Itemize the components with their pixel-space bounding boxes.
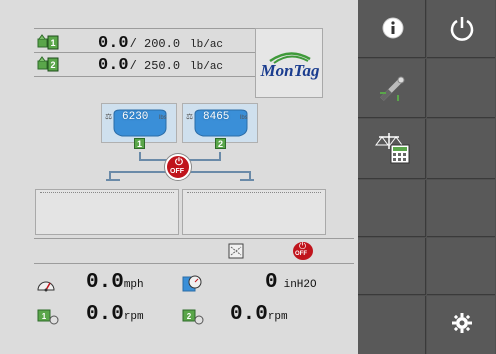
- softkey-blank-5[interactable]: [358, 238, 426, 295]
- readout-divider: [34, 263, 354, 264]
- bin-2-unit: lbs: [240, 115, 248, 121]
- product-2-tag: 2: [50, 60, 55, 70]
- speed-readout: 0.0 mph: [86, 271, 144, 294]
- section-left[interactable]: [35, 189, 179, 235]
- softkey-blank-3[interactable]: [358, 180, 426, 237]
- fan-pressure-readout: 0 inH2O: [265, 271, 317, 294]
- master-switch-label: OFF: [170, 168, 184, 175]
- info-button[interactable]: [358, 0, 426, 58]
- product-1-tag: 1: [50, 38, 55, 48]
- status-off-label: OFF: [295, 251, 307, 257]
- softkey-blank-4[interactable]: [427, 180, 495, 237]
- softkey-blank-1[interactable]: [427, 59, 495, 118]
- scale-button[interactable]: [358, 119, 426, 179]
- master-switch[interactable]: ⏻ OFF: [165, 154, 191, 180]
- brand-name: MonTag: [260, 61, 320, 80]
- map-icon[interactable]: [228, 243, 244, 259]
- rate-divider-bottom: [34, 76, 256, 77]
- fan-pressure-unit: inH2O: [283, 279, 317, 291]
- softkey-blank-6[interactable]: [427, 238, 495, 295]
- product-2-rate: 0.0: [98, 56, 129, 75]
- bin-1[interactable]: 6230 lbs ⚖: [101, 103, 177, 143]
- fan-2-tag: 2: [187, 312, 192, 321]
- power-button[interactable]: [427, 0, 495, 58]
- fan-2-value: 0.0: [230, 303, 268, 326]
- speedometer-icon: [37, 281, 55, 292]
- fan-1-unit: rpm: [123, 311, 144, 323]
- gear-icon: [452, 313, 472, 333]
- info-icon: [382, 17, 404, 39]
- product-1-unit: lb/ac: [190, 39, 224, 51]
- product-2-target: / 250.0: [129, 59, 181, 73]
- speed-value: 0.0: [86, 271, 124, 294]
- scale-calculator-icon: [375, 133, 410, 164]
- brand-logo: MonTag: [255, 28, 323, 98]
- master-power-icon: ⏻: [175, 157, 183, 168]
- fan-1-readout: 0.0 rpm: [86, 303, 144, 326]
- fan-2-unit: rpm: [267, 311, 288, 323]
- softkey-panel: [358, 0, 496, 354]
- bin-2[interactable]: 8465 lbs ⚖: [182, 103, 258, 143]
- bin-2-weight: 8465: [203, 111, 230, 123]
- bin-2-weight-icon: ⚖: [186, 112, 194, 121]
- product-1-target: / 200.0: [129, 37, 181, 51]
- product-1-icon: 1: [37, 34, 59, 50]
- settings-button[interactable]: [427, 296, 495, 354]
- power-icon: [450, 17, 474, 41]
- status-off-indicator[interactable]: ⏻ OFF: [293, 241, 313, 260]
- bin-1-weight-icon: ⚖: [105, 112, 113, 121]
- section-left-bar: [40, 192, 174, 195]
- product-1-rate: 0.0: [98, 34, 129, 53]
- bin-1-unit: lbs: [159, 115, 167, 121]
- product-1-rate-row: 0.0 / 200.0 lb/ac: [98, 34, 224, 53]
- screen: 1 0.0 / 200.0 lb/ac 2 0.0 / 250.0 lb/ac: [0, 0, 496, 354]
- softkey-blank-2[interactable]: [427, 119, 495, 179]
- fan-1-tag: 1: [42, 312, 47, 321]
- rate-divider-mid: [34, 52, 256, 53]
- product-2-rate-row: 0.0 / 250.0 lb/ac: [98, 56, 224, 75]
- fan-pressure-value: 0: [265, 271, 278, 294]
- bin-1-weight: 6230: [122, 111, 149, 123]
- speed-unit: mph: [123, 279, 144, 291]
- softkey-blank-7[interactable]: [358, 296, 426, 354]
- calibrate-button[interactable]: [358, 59, 426, 118]
- main-panel: 1 0.0 / 200.0 lb/ac 2 0.0 / 250.0 lb/ac: [0, 0, 358, 354]
- section-right[interactable]: [182, 189, 326, 235]
- rate-divider-top: [34, 28, 256, 29]
- product-2-icon: 2: [37, 56, 59, 72]
- fan-pressure-icon: [182, 275, 202, 292]
- fan-2-readout: 0.0 rpm: [230, 303, 288, 326]
- section-right-bar: [187, 192, 321, 195]
- status-divider: [34, 238, 354, 239]
- fan-1-icon: 1: [37, 309, 59, 325]
- fan-1-value: 0.0: [86, 303, 124, 326]
- product-2-unit: lb/ac: [190, 61, 224, 73]
- fan-2-icon: 2: [182, 309, 204, 325]
- actuator-icon: [380, 76, 405, 101]
